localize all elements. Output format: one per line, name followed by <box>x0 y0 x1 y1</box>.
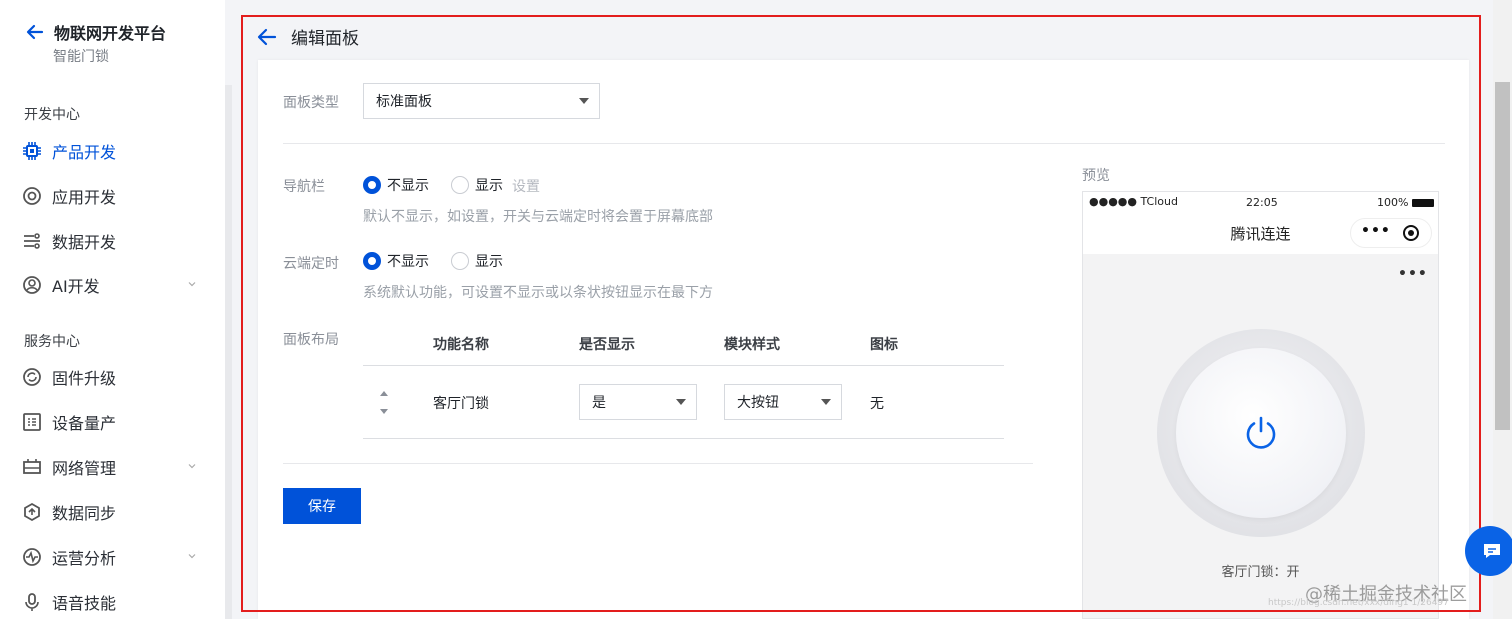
data-flow-icon <box>24 233 40 249</box>
sidebar-item-sync[interactable]: 数据同步 <box>22 497 202 527</box>
brand-header: 物联网开发平台 <box>26 20 166 44</box>
chevron-down-icon <box>188 282 196 287</box>
sidebar-item-app-dev[interactable]: 应用开发 <box>22 181 202 211</box>
sidebar-item-firmware[interactable]: 固件升级 <box>22 362 202 392</box>
chevron-down-icon <box>188 554 196 559</box>
sidebar-item-label: 产品开发 <box>52 143 117 162</box>
voice-icon <box>25 593 39 611</box>
chip-icon <box>23 142 41 160</box>
sidebar-item-analytics[interactable]: 运营分析 <box>22 542 202 572</box>
device-batch-icon <box>23 413 41 431</box>
sidebar-item-data-dev[interactable]: 数据开发 <box>22 226 202 256</box>
section-title-service: 服务中心 <box>24 334 80 350</box>
sync-icon <box>24 502 40 522</box>
brand-title: 物联网开发平台 <box>54 24 167 43</box>
sidebar-item-label: AI开发 <box>52 277 100 296</box>
app-icon <box>23 187 41 205</box>
section-title-dev: 开发中心 <box>24 107 80 123</box>
sidebar-item-label: 语音技能 <box>52 594 117 613</box>
sidebar-item-label: 网络管理 <box>52 459 117 478</box>
ai-icon <box>23 276 41 294</box>
chat-float-button[interactable] <box>1465 526 1512 576</box>
sidebar: 物联网开发平台 智能门锁 开发中心 产品开发 应用开发 数据开发 AI开发 服务… <box>0 0 225 619</box>
highlight-frame <box>241 15 1481 612</box>
sidebar-item-voice[interactable]: 语音技能 <box>22 587 202 617</box>
sidebar-item-label: 设备量产 <box>52 414 117 433</box>
sidebar-item-label: 数据开发 <box>52 233 117 252</box>
chat-icon <box>1484 544 1500 558</box>
sidebar-item-label: 数据同步 <box>52 504 117 523</box>
page-scrollbar-thumb[interactable] <box>1495 82 1510 430</box>
sidebar-scrollbar-thumb[interactable] <box>225 85 232 619</box>
watermark-url: https://blog.csdn.net/xxx/ding1 1/26497 <box>1268 598 1449 608</box>
chevron-down-icon <box>188 464 196 469</box>
sidebar-item-device-batch[interactable]: 设备量产 <box>22 407 202 437</box>
brand-subtitle: 智能门锁 <box>53 49 109 65</box>
sidebar-item-label: 运营分析 <box>52 549 117 568</box>
sidebar-item-label: 应用开发 <box>52 188 117 207</box>
back-arrow-icon[interactable] <box>26 23 44 41</box>
sidebar-scrollbar[interactable] <box>225 0 233 619</box>
sidebar-item-label: 固件升级 <box>52 369 117 388</box>
network-icon <box>23 459 41 474</box>
firmware-icon <box>23 368 41 386</box>
analytics-icon <box>23 548 41 566</box>
sidebar-item-network[interactable]: 网络管理 <box>22 452 202 482</box>
sidebar-item-ai-dev[interactable]: AI开发 <box>22 270 202 300</box>
sidebar-item-product-dev[interactable]: 产品开发 <box>22 136 202 166</box>
